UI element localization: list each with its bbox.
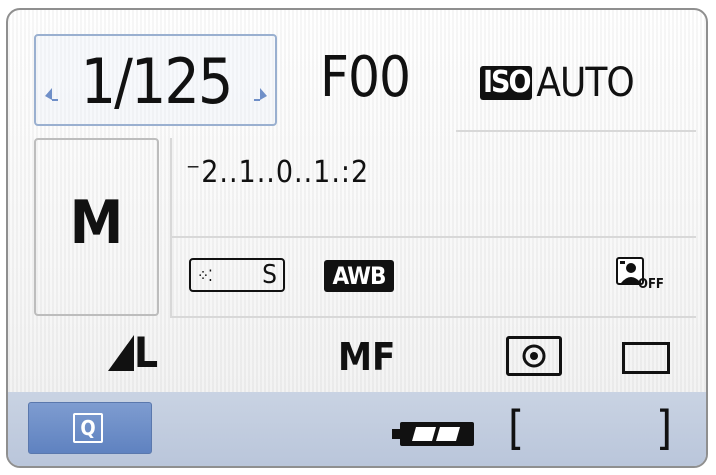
single-shooting-icon[interactable] bbox=[622, 342, 670, 374]
iso-badge: ISO bbox=[480, 66, 533, 100]
auto-lighting-optimizer-setting[interactable]: OFF bbox=[612, 257, 670, 299]
divider bbox=[170, 138, 172, 318]
quick-control-button[interactable]: Q bbox=[28, 402, 152, 454]
shots-remaining-open-bracket: [ bbox=[508, 401, 525, 455]
white-balance-setting[interactable]: AWB bbox=[324, 260, 394, 292]
divider bbox=[172, 316, 696, 318]
quick-control-label: Q bbox=[73, 413, 103, 443]
evaluative-metering-icon[interactable] bbox=[506, 336, 562, 376]
divider bbox=[172, 236, 696, 238]
picture-style-icon: ⁘⁚ bbox=[197, 265, 213, 285]
shutter-speed-value: 1/125 bbox=[80, 45, 234, 118]
iso-setting[interactable]: ISO AUTO bbox=[480, 60, 635, 106]
shooting-mode-value: M bbox=[69, 188, 124, 258]
dial-right-icon bbox=[254, 88, 267, 101]
iso-value: AUTO bbox=[536, 60, 634, 106]
quality-large-fine-icon bbox=[108, 335, 134, 371]
shooting-mode: M bbox=[34, 138, 159, 316]
picture-style-setting[interactable]: ⁘⁚ S bbox=[189, 258, 285, 292]
battery-icon bbox=[392, 422, 474, 446]
focus-mode-value[interactable]: MF bbox=[338, 336, 395, 378]
camera-settings-screen: 1/125 F00 ISO AUTO M ⁻2..1..0..1.:2 ⁘⁚ S… bbox=[6, 8, 708, 468]
dial-left-icon bbox=[45, 88, 58, 101]
divider bbox=[456, 130, 696, 132]
aperture-value[interactable]: F00 bbox=[320, 48, 411, 108]
picture-style-value: S bbox=[262, 260, 277, 290]
image-quality-setting[interactable]: L bbox=[108, 332, 158, 374]
shutter-speed-selector[interactable]: 1/125 bbox=[34, 34, 277, 126]
exposure-level-scale[interactable]: ⁻2..1..0..1.:2 bbox=[186, 156, 369, 190]
shots-remaining-close-bracket: ] bbox=[656, 401, 673, 455]
auto-lighting-optimizer-state: OFF bbox=[638, 277, 664, 292]
image-quality-value: L bbox=[134, 328, 159, 377]
